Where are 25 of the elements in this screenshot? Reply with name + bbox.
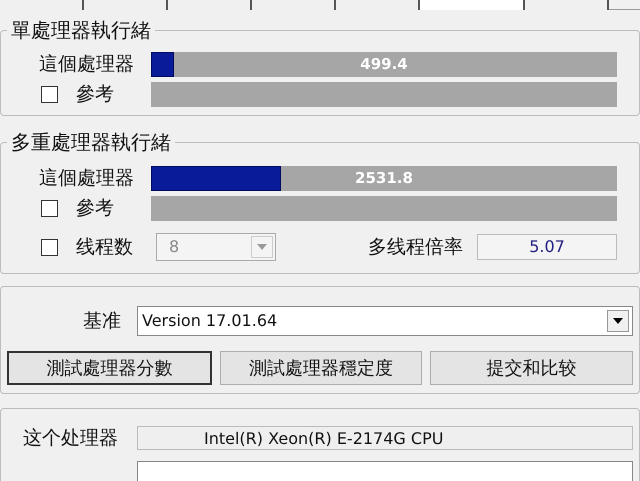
action-button[interactable]: 測試處理器穩定度 [220,351,422,385]
ratio-label: 多线程倍率 [368,234,463,260]
processor-label: 这个处理器 [22,426,119,451]
tab[interactable] [525,0,609,10]
checkbox[interactable] [41,200,58,216]
reference-dropdown[interactable] [137,461,633,481]
score-value: 499.4 [359,54,409,75]
checkbox[interactable] [41,86,58,102]
action-button[interactable]: 提交和比较 [430,351,634,385]
baseline-label: 基准 [82,308,122,334]
row-label: 參考 [76,196,114,221]
baseline-dropdown[interactable]: Version 17.01.64 [137,306,633,336]
tab[interactable] [336,0,420,10]
processor-field: Intel(R) Xeon(R) E-2174G CPU [137,426,633,450]
tab[interactable] [168,0,252,10]
tab[interactable] [84,0,168,10]
tab[interactable] [0,0,84,10]
row-label: 參考 [76,82,114,107]
row-label: 這個處理器 [38,166,135,191]
score-value: 2531.8 [354,168,414,189]
threads-label: 线程数 [76,234,133,260]
tab[interactable] [252,0,336,10]
row-label: 這個處理器 [38,52,135,77]
ratio-value: 5.07 [477,234,617,260]
action-button[interactable]: 測試處理器分數 [7,351,212,385]
